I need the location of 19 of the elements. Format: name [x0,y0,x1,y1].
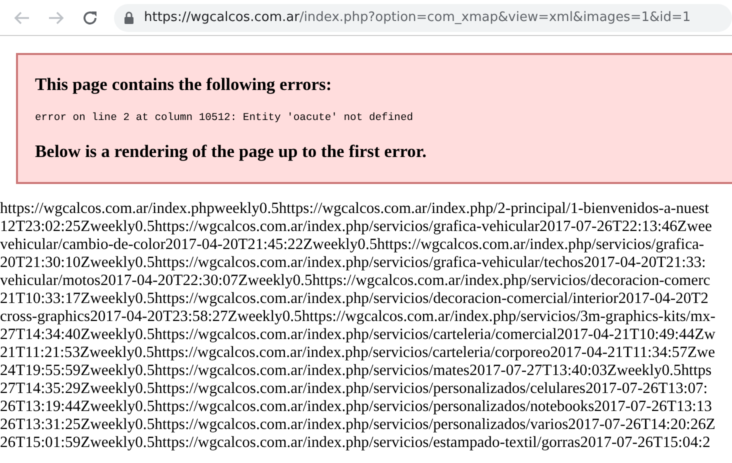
xml-text-line: 20T21:30:10Zweekly0.5https://wgcalcos.com.ar/index.php/servicios/grafica-vehicular/techos2017-04-20T21:33: [0,254,706,272]
xml-text-line: 26T13:19:44Zweekly0.5https://wgcalcos.com.ar/index.php/servicios/personalizados/notebooks2017-07-26T13:13 [0,398,712,416]
xml-text-line: 12T23:02:25Zweekly0.5https://wgcalcos.com.ar/index.php/servicios/grafica-vehicular2017-07-26T22:13:46Zwee [0,218,712,236]
xml-text-line: 24T19:55:59Zweekly0.5https://wgcalcos.com.ar/index.php/servicios/mates2017-07-27T13:40:03Zweekly0.5https [0,362,712,380]
error-message: error on line 2 at column 10512: Entity 'oacute' not defined [35,112,414,124]
error-heading: This page contains the following errors: [35,74,333,95]
xml-text-line: 26T15:01:59Zweekly0.5https://wgcalcos.com.ar/index.php/servicios/estampado-textil/gorras2017-07-26T15:04:2 [0,434,710,452]
xml-text-line: 27T14:35:29Zweekly0.5https://wgcalcos.com.ar/index.php/servicios/personalizados/celulares2017-07-26T13:07: [0,380,708,398]
xml-text-line: vehicular/motos2017-04-20T22:30:07Zweekly0.5https://wgcalcos.com.ar/index.php/servicios/decoracion-comerc [0,272,710,290]
address-field[interactable]: https://wgcalcos.com.ar/index.php?option=com_xmap&view=xml&images=1&id=1 [114,4,732,32]
reload-icon[interactable] [81,8,99,26]
error-note: Below is a rendering of the page up to the first error. [35,141,428,162]
xml-text-line: 26T13:31:25Zweekly0.5https://wgcalcos.com.ar/index.php/servicios/personalizados/varios2017-07-26T14:20:26Z [0,416,716,434]
xml-text-line: vehicular/cambio-de-color2017-04-20T21:45:22Zweekly0.5https://wgcalcos.com.ar/index.php/servicios/grafica- [0,236,704,254]
xml-text-line: https://wgcalcos.com.ar/index.phpweekly0.5https://wgcalcos.com.ar/index.php/2-principal/1-bienvenidos-a-nuest [0,200,709,218]
xml-text-line: 27T14:34:40Zweekly0.5https://wgcalcos.com.ar/index.php/servicios/carteleria/comercial2017-04-21T10:49:44Zw [0,326,716,344]
xml-text-line: 21T10:33:17Zweekly0.5https://wgcalcos.com.ar/index.php/servicios/decoracion-comercial/interior2017-04-20T2 [0,290,708,308]
xml-text-line: cross-graphics2017-04-20T23:58:27Zweekly0.5https://wgcalcos.com.ar/index.php/servicios/3m-graphics-kits/mx- [0,308,716,326]
xml-text-line: 21T11:21:53Zweekly0.5https://wgcalcos.com.ar/index.php/servicios/carteleria/corporeo2017-04-21T11:34:57Zwe [0,344,716,362]
